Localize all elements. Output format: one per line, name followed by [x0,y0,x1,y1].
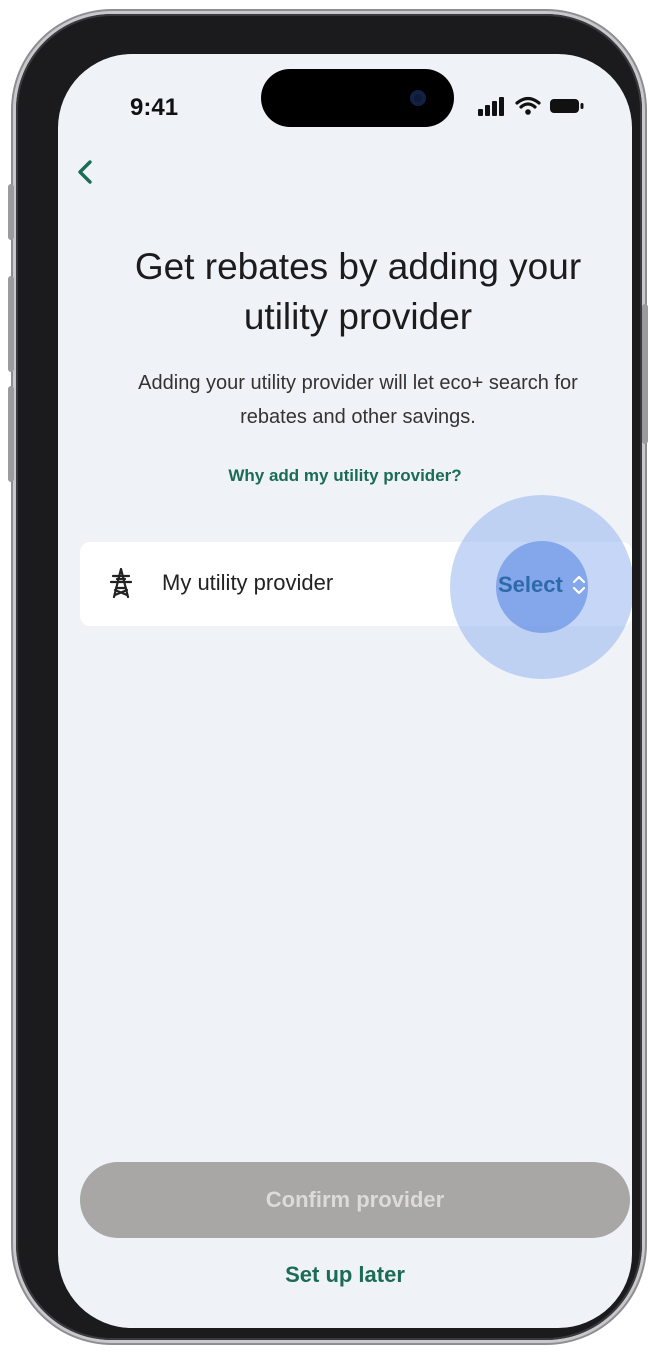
provider-label: My utility provider [162,570,334,595]
page-title: Get rebates by adding your utility provi… [134,246,582,337]
power-button [642,304,648,444]
chevron-up-down-icon [572,575,585,595]
app-screen: 9:41 Get rebates by adding your utility … [58,54,632,1328]
volume-up-button [8,276,14,372]
set-up-later-link[interactable]: Set up later [58,1262,632,1288]
battery-icon [550,99,584,113]
page-subtitle: Adding your utility provider will let ec… [138,372,578,428]
why-add-provider-link[interactable]: Why add my utility provider? [58,466,632,486]
dynamic-island [261,69,454,127]
wifi-icon [515,96,541,115]
camera-dot [410,90,426,106]
select-provider-button[interactable]: Select [498,570,587,600]
signal-icon [478,97,504,116]
power-tower-icon [110,568,132,598]
volume-down-button [8,386,14,482]
confirm-provider-button[interactable]: Confirm provider [80,1162,630,1238]
status-time: 9:41 [130,94,179,121]
status-icons [478,94,584,118]
chevron-left-icon [78,160,92,184]
select-label: Select [498,572,563,597]
phone-frame: 9:41 Get rebates by adding your utility … [8,14,648,1340]
back-button[interactable] [68,152,104,192]
mute-switch [8,184,14,240]
